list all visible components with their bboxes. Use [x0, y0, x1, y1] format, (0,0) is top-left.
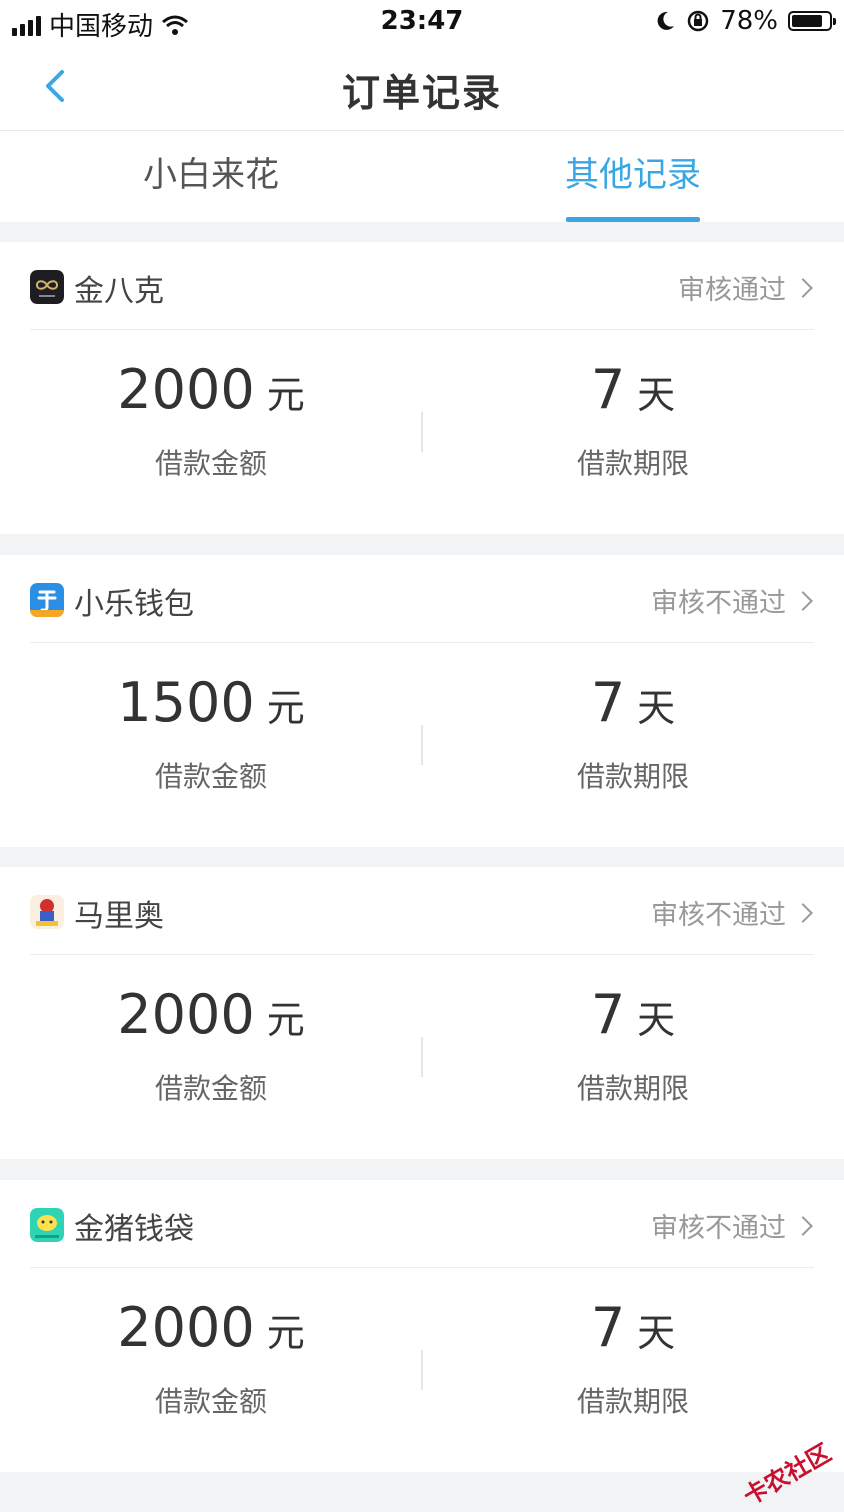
- review-status-link[interactable]: 审核通过: [678, 268, 813, 307]
- status-bar: 中国移动 23:47 78%: [0, 0, 844, 44]
- amount-unit: 元: [266, 373, 305, 417]
- battery-icon: [788, 11, 836, 31]
- loan-term-block: 7天 借款期限: [422, 352, 844, 482]
- review-status: 审核不通过: [651, 588, 786, 619]
- loan-amount-label: 借款金额: [154, 1072, 267, 1105]
- loan-amount: 2000: [117, 1296, 255, 1359]
- app-name: 马里奥: [74, 899, 164, 934]
- page-title: 订单记录: [341, 71, 502, 115]
- moon-icon: [657, 11, 675, 30]
- amount-unit: 元: [266, 686, 305, 730]
- loan-term-label: 借款期限: [576, 1072, 689, 1105]
- loan-term-block: 7天 借款期限: [422, 977, 844, 1107]
- status-right: 78%: [654, 6, 836, 36]
- term-unit: 天: [637, 686, 676, 730]
- review-status-link[interactable]: 审核不通过: [651, 1206, 813, 1245]
- review-status: 审核通过: [678, 275, 786, 306]
- order-card-header[interactable]: 马里奥 审核不通过: [30, 867, 814, 955]
- chevron-right-icon: [793, 1215, 813, 1236]
- mario-app-icon: [30, 895, 64, 929]
- jinbake-app-icon: [30, 270, 64, 304]
- loan-amount: 1500: [117, 671, 255, 734]
- loan-amount-block: 2000 元 借款金额: [0, 1290, 422, 1420]
- term-unit: 天: [637, 1311, 676, 1355]
- tab-xiaobai[interactable]: 小白来花: [0, 131, 422, 222]
- order-card[interactable]: 金八克 审核通过 2000 元 借款金额 7天 借款期限: [0, 242, 844, 534]
- term-unit: 天: [637, 998, 676, 1042]
- loan-term: 7: [590, 671, 626, 734]
- rotation-lock-icon: [687, 10, 709, 32]
- loan-term-label: 借款期限: [576, 760, 689, 793]
- loan-amount-label: 借款金额: [154, 1385, 267, 1418]
- chevron-right-icon: [793, 277, 813, 298]
- chevron-right-icon: [793, 902, 813, 923]
- tab-other-records[interactable]: 其他记录: [422, 131, 844, 222]
- loan-amount-block: 2000 元 借款金额: [0, 977, 422, 1107]
- review-status: 审核不通过: [651, 900, 786, 931]
- loan-term: 7: [590, 983, 626, 1046]
- loan-amount-block: 1500 元 借款金额: [0, 665, 422, 795]
- order-card[interactable]: 金猪钱袋 审核不通过 2000 元 借款金额 7天 借款期限: [0, 1180, 844, 1472]
- review-status-link[interactable]: 审核不通过: [651, 893, 813, 932]
- order-card[interactable]: 小乐钱包 审核不通过 1500 元 借款金额 7天 借款期限: [0, 555, 844, 847]
- chevron-right-icon: [793, 590, 813, 611]
- loan-term-label: 借款期限: [576, 447, 689, 480]
- loan-term-label: 借款期限: [576, 1385, 689, 1418]
- loan-amount-block: 2000 元 借款金额: [0, 352, 422, 482]
- term-unit: 天: [637, 373, 676, 417]
- active-tab-indicator: [566, 217, 700, 222]
- loan-term: 7: [590, 1296, 626, 1359]
- review-status-link[interactable]: 审核不通过: [651, 581, 813, 620]
- amount-unit: 元: [266, 1311, 305, 1355]
- tab-bar: 小白来花 其他记录: [0, 131, 844, 222]
- xiaole-app-icon: [30, 583, 64, 617]
- loan-amount-label: 借款金额: [154, 760, 267, 793]
- navigation-bar: 订单记录: [0, 44, 844, 131]
- app-name: 金八克: [74, 274, 164, 309]
- battery-percent: 78%: [720, 6, 778, 36]
- loan-term-block: 7天 借款期限: [422, 665, 844, 795]
- order-card-header[interactable]: 金八克 审核通过: [30, 242, 814, 330]
- loan-term: 7: [590, 358, 626, 421]
- review-status: 审核不通过: [651, 1213, 786, 1244]
- jinzhu-app-icon: [30, 1208, 64, 1242]
- amount-unit: 元: [266, 998, 305, 1042]
- loan-amount: 2000: [117, 983, 255, 1046]
- order-card-header[interactable]: 金猪钱袋 审核不通过: [30, 1180, 814, 1268]
- loan-term-block: 7天 借款期限: [422, 1290, 844, 1420]
- app-name: 小乐钱包: [74, 587, 194, 622]
- app-name: 金猪钱袋: [74, 1212, 194, 1247]
- loan-amount-label: 借款金额: [154, 447, 267, 480]
- order-card[interactable]: 马里奥 审核不通过 2000 元 借款金额 7天 借款期限: [0, 867, 844, 1159]
- loan-amount: 2000: [117, 358, 255, 421]
- order-card-header[interactable]: 小乐钱包 审核不通过: [30, 555, 814, 643]
